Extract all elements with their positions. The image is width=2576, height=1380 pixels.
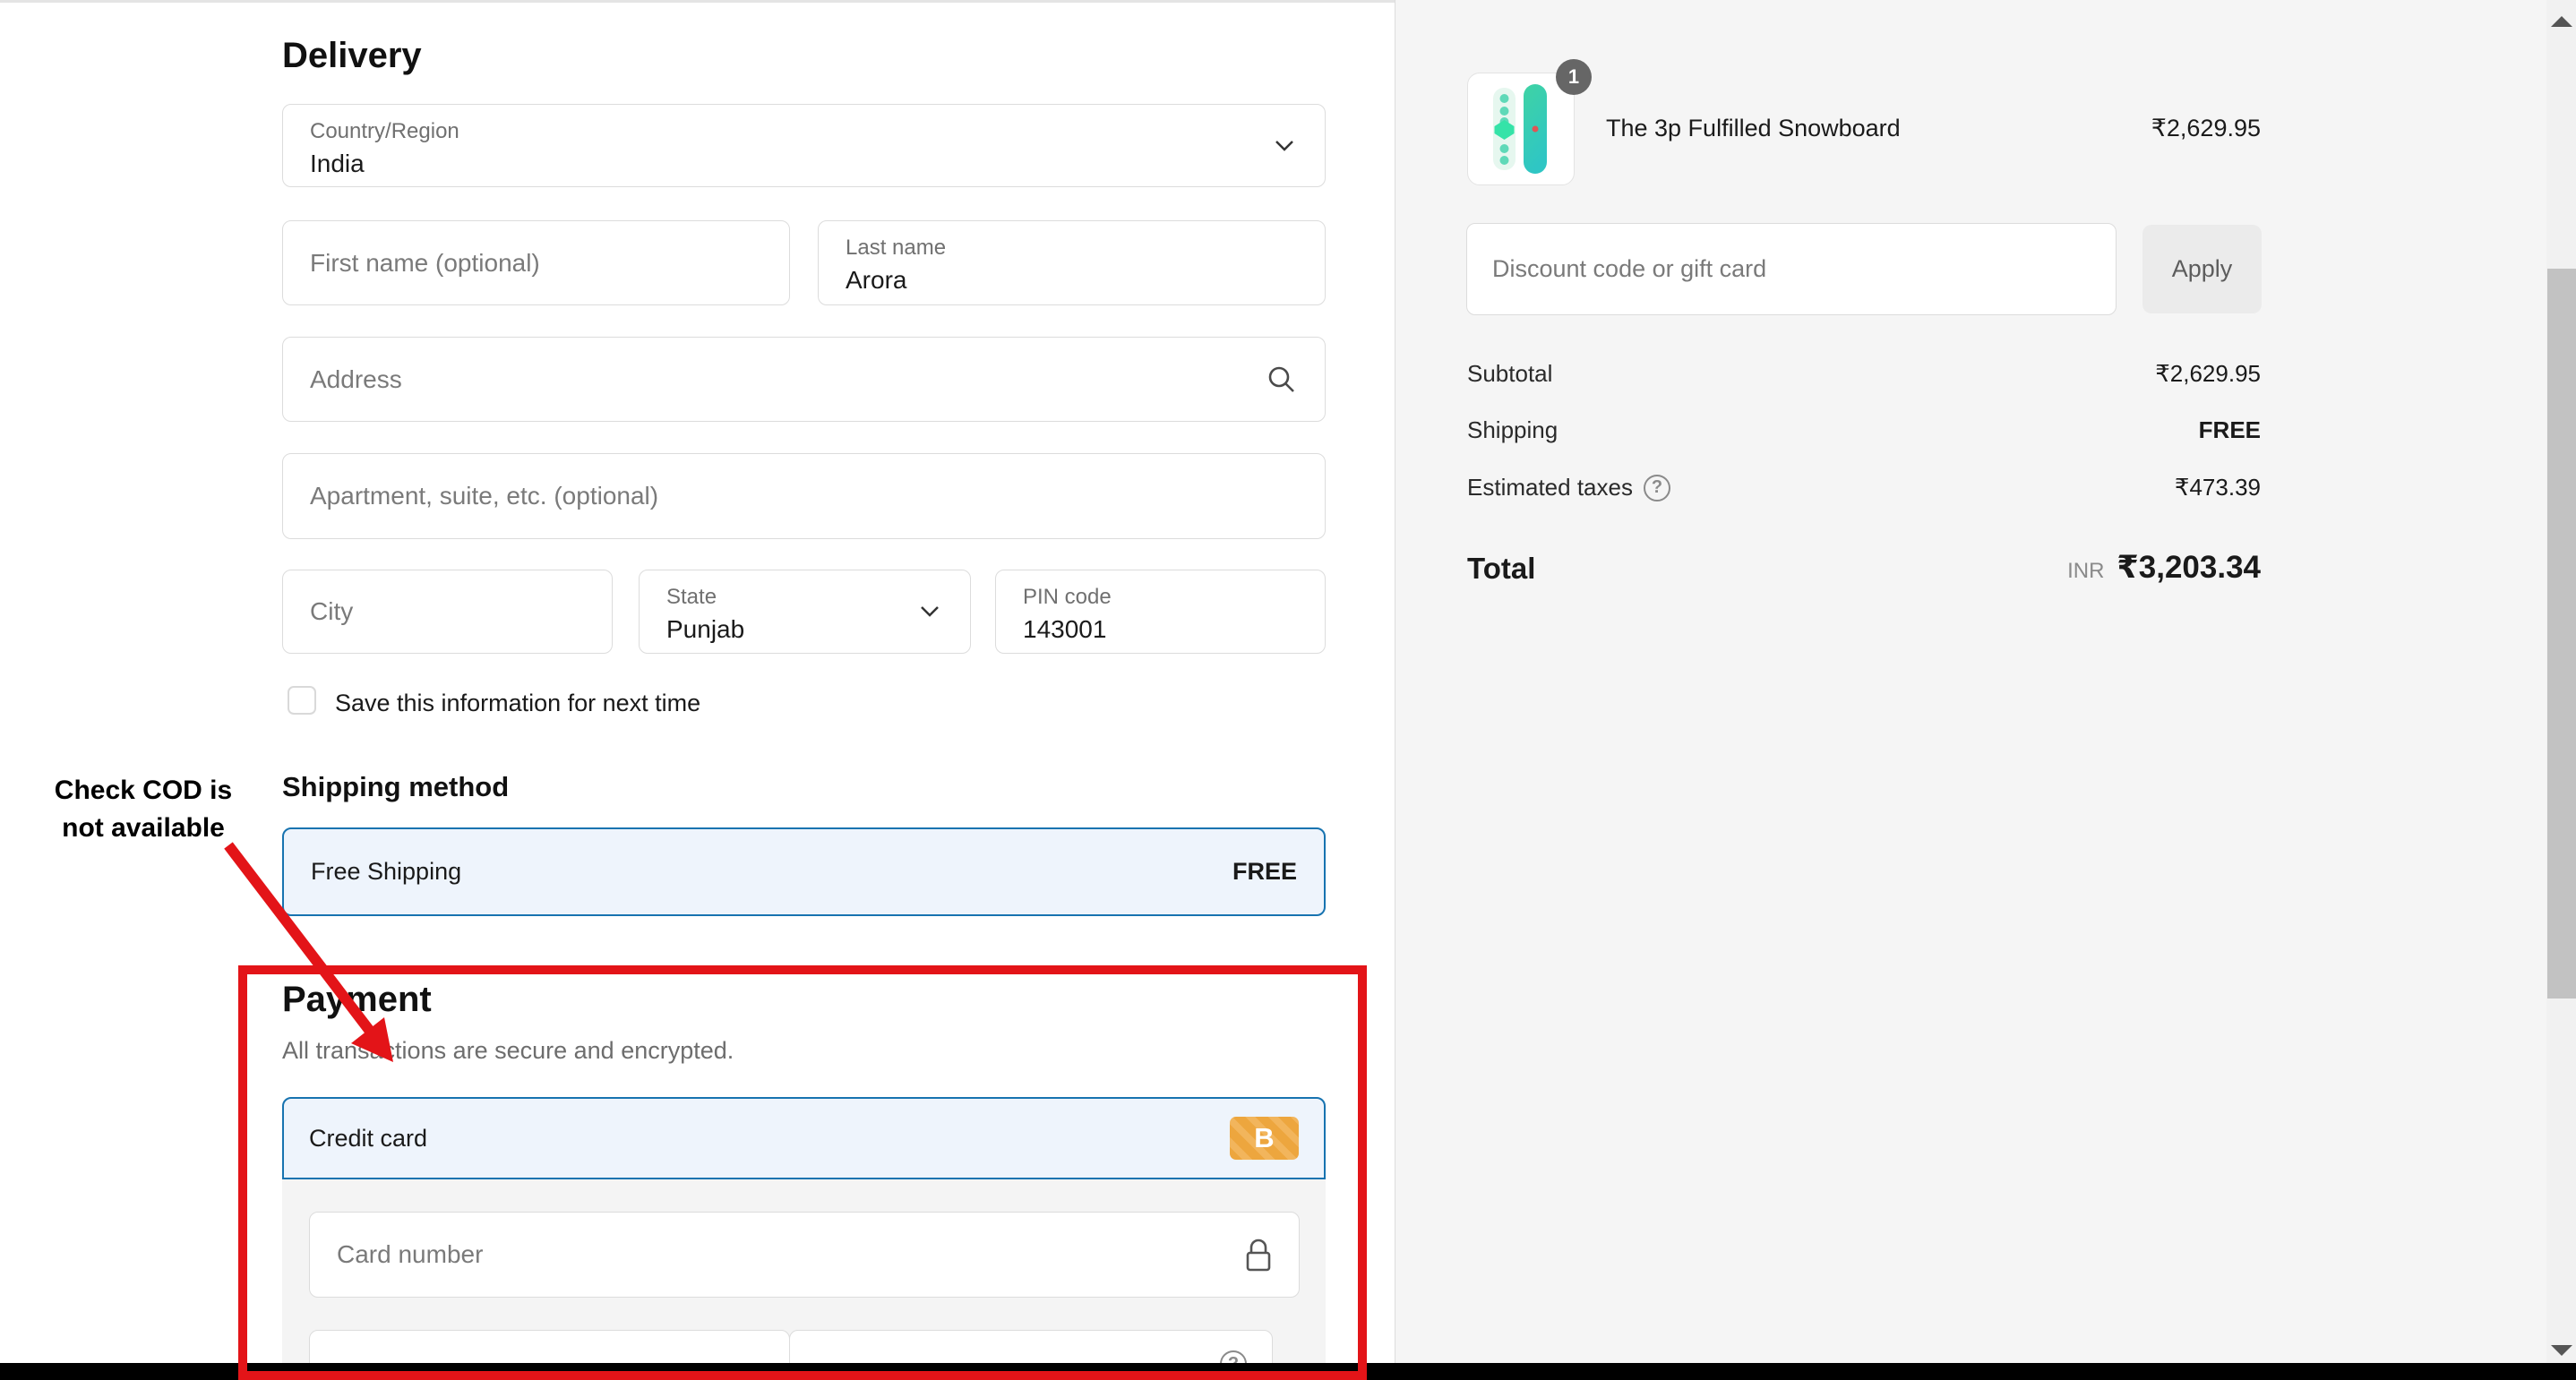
checkout-page: Delivery Country/Region India Last name …	[0, 0, 2576, 1380]
shipping-method-heading: Shipping method	[282, 771, 509, 803]
annotation-line1: Check COD is	[53, 772, 234, 810]
delivery-heading: Delivery	[282, 36, 422, 76]
search-icon	[1266, 364, 1298, 400]
annotation-arrow	[215, 838, 421, 1098]
state-value: Punjab	[666, 615, 744, 644]
subtotal-value: ₹2,629.95	[2155, 360, 2261, 388]
shipping-option-price: FREE	[1232, 858, 1297, 886]
annotation-line2: not available	[53, 810, 234, 847]
apply-button[interactable]: Apply	[2142, 225, 2262, 313]
currency-code: INR	[2067, 559, 2104, 584]
scrollbar-up-arrow[interactable]	[2551, 16, 2572, 27]
country-value: India	[310, 150, 365, 178]
annotation-text: Check COD is not available	[53, 772, 234, 847]
total-row: INR ₹3,203.34	[2067, 550, 2261, 586]
address-input[interactable]	[283, 338, 1325, 421]
first-name-input[interactable]	[283, 221, 789, 304]
last-name-value: Arora	[846, 266, 906, 295]
state-select[interactable]: State Punjab	[639, 570, 971, 654]
item-name: The 3p Fulfilled Snowboard	[1606, 115, 1901, 142]
city-input[interactable]	[283, 570, 612, 653]
taxes-help-icon[interactable]: ?	[1644, 475, 1670, 501]
chevron-down-icon	[1275, 139, 1294, 153]
scrollbar-thumb[interactable]	[2547, 269, 2576, 999]
total-label: Total	[1467, 552, 1535, 586]
shipping-value: FREE	[2199, 416, 2261, 444]
subtotal-label: Subtotal	[1467, 360, 1552, 388]
apartment-field[interactable]	[282, 453, 1326, 539]
product-thumbnail	[1467, 73, 1575, 185]
discount-code-input[interactable]	[1467, 224, 2116, 314]
last-name-field[interactable]: Last name Arora	[818, 220, 1326, 305]
pin-code-field[interactable]: PIN code 143001	[995, 570, 1326, 654]
pin-code-label: PIN code	[1023, 585, 1112, 610]
shipping-option-free[interactable]: Free Shipping FREE	[282, 827, 1326, 916]
taxes-row: Estimated taxes ?	[1467, 474, 1670, 501]
country-select[interactable]: Country/Region India	[282, 104, 1326, 187]
item-quantity-badge: 1	[1556, 59, 1592, 95]
apartment-input[interactable]	[283, 454, 1325, 538]
first-name-field[interactable]	[282, 220, 790, 305]
order-summary-panel: 1 The 3p Fulfilled Snowboard ₹2,629.95 A…	[1395, 0, 2546, 1380]
chevron-down-icon	[920, 604, 940, 619]
taxes-value: ₹473.39	[2175, 474, 2261, 501]
city-field[interactable]	[282, 570, 613, 654]
pin-code-value: 143001	[1023, 615, 1106, 644]
scrollbar-down-arrow[interactable]	[2551, 1345, 2572, 1356]
shipping-label: Shipping	[1467, 416, 1558, 444]
country-label: Country/Region	[310, 119, 459, 144]
total-value: ₹3,203.34	[2117, 550, 2261, 586]
save-info-label: Save this information for next time	[335, 690, 700, 717]
address-field[interactable]	[282, 337, 1326, 422]
state-label: State	[666, 585, 717, 610]
last-name-label: Last name	[846, 236, 946, 261]
discount-code-field[interactable]	[1466, 223, 2117, 315]
taxes-label: Estimated taxes	[1467, 474, 1633, 501]
item-price: ₹2,629.95	[2151, 115, 2261, 142]
save-info-checkbox[interactable]	[288, 686, 316, 715]
